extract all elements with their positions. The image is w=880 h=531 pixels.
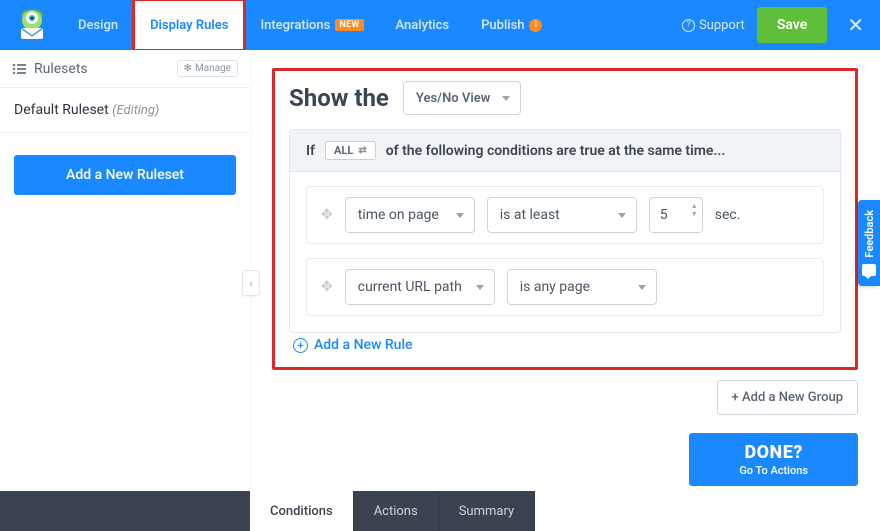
- save-button[interactable]: Save: [757, 7, 827, 43]
- subtab-summary[interactable]: Summary: [439, 491, 535, 531]
- sidebar-header: Rulesets ✻ Manage: [0, 50, 250, 88]
- tab-design[interactable]: Design: [62, 0, 134, 50]
- list-icon: [12, 63, 26, 75]
- feedback-label: Feedback: [863, 210, 876, 258]
- tab-publish-label: Publish: [481, 18, 524, 33]
- group-header: If ALL ⇄ of the following conditions are…: [290, 130, 840, 172]
- editing-badge: (Editing): [112, 103, 159, 118]
- bottom-bar: Conditions Actions Summary: [0, 491, 880, 531]
- rules-panel: Show the Yes/No View If ALL ⇄ of the fol…: [272, 68, 858, 370]
- nav-right: ? Support Save ✕: [682, 7, 872, 43]
- add-rule-label: Add a New Rule: [314, 337, 413, 353]
- tab-integrations[interactable]: Integrations NEW: [244, 0, 379, 50]
- value-input[interactable]: 5 ▲▼: [649, 197, 703, 233]
- manage-label: Manage: [195, 63, 231, 74]
- done-button[interactable]: DONE? Go To Actions: [689, 433, 858, 486]
- drag-handle-icon[interactable]: ✥: [321, 207, 333, 223]
- app-logo: [12, 5, 52, 45]
- sidebar-title: Rulesets: [34, 61, 88, 77]
- ruleset-item[interactable]: Default Ruleset (Editing): [0, 88, 250, 133]
- subtab-actions[interactable]: Actions: [354, 491, 439, 531]
- publish-alert-icon: !: [529, 19, 542, 32]
- field-select[interactable]: current URL path: [345, 269, 495, 305]
- value-text: 5: [660, 207, 668, 223]
- tab-publish[interactable]: Publish !: [465, 0, 558, 50]
- ruleset-name: Default Ruleset: [14, 102, 109, 118]
- if-label: If: [306, 143, 315, 159]
- add-rule-button[interactable]: + Add a New Rule: [289, 333, 841, 355]
- step-up-icon[interactable]: ▲: [691, 203, 698, 210]
- done-title: DONE?: [739, 442, 808, 464]
- condition-row: ✥ current URL path is any page: [306, 258, 824, 316]
- swap-icon: ⇄: [358, 145, 366, 156]
- condition-group: If ALL ⇄ of the following conditions are…: [289, 129, 841, 333]
- tab-display-rules[interactable]: Display Rules: [134, 0, 244, 50]
- manage-button[interactable]: ✻ Manage: [177, 60, 238, 77]
- drag-handle-icon[interactable]: ✥: [321, 279, 333, 295]
- subtab-conditions[interactable]: Conditions: [250, 491, 354, 531]
- group-intro: of the following conditions are true at …: [386, 143, 726, 159]
- nav-tabs: Design Display Rules Integrations NEW An…: [62, 0, 558, 50]
- top-nav: Design Display Rules Integrations NEW An…: [0, 0, 880, 50]
- field-select[interactable]: time on page: [345, 197, 475, 233]
- support-link[interactable]: ? Support: [682, 18, 745, 33]
- feedback-tab[interactable]: Feedback: [858, 200, 880, 286]
- help-icon: ?: [682, 19, 695, 32]
- plus-icon: +: [293, 338, 308, 353]
- sidebar: Rulesets ✻ Manage Default Ruleset (Editi…: [0, 50, 250, 491]
- operator-select[interactable]: is at least: [487, 197, 637, 233]
- unit-label: sec.: [715, 207, 741, 223]
- view-select[interactable]: Yes/No View: [403, 81, 521, 115]
- gear-icon: ✻: [184, 63, 192, 74]
- panel-title: Show the: [289, 84, 389, 112]
- close-icon[interactable]: ✕: [839, 13, 872, 37]
- add-group-button[interactable]: + Add a New Group: [717, 380, 858, 415]
- operator-select[interactable]: is any page: [507, 269, 657, 305]
- scope-toggle[interactable]: ALL ⇄: [325, 141, 376, 160]
- badge-new: NEW: [335, 19, 363, 31]
- tab-analytics[interactable]: Analytics: [380, 0, 466, 50]
- tab-integrations-label: Integrations: [260, 18, 330, 33]
- done-subtitle: Go To Actions: [739, 464, 808, 477]
- add-ruleset-button[interactable]: Add a New Ruleset: [14, 155, 236, 195]
- main-content: Show the Yes/No View If ALL ⇄ of the fol…: [250, 50, 880, 491]
- scope-label: ALL: [334, 144, 353, 157]
- condition-row: ✥ time on page is at least 5 ▲▼ sec.: [306, 186, 824, 244]
- step-down-icon[interactable]: ▼: [691, 211, 698, 218]
- chat-icon: [862, 264, 876, 276]
- support-label: Support: [699, 18, 745, 33]
